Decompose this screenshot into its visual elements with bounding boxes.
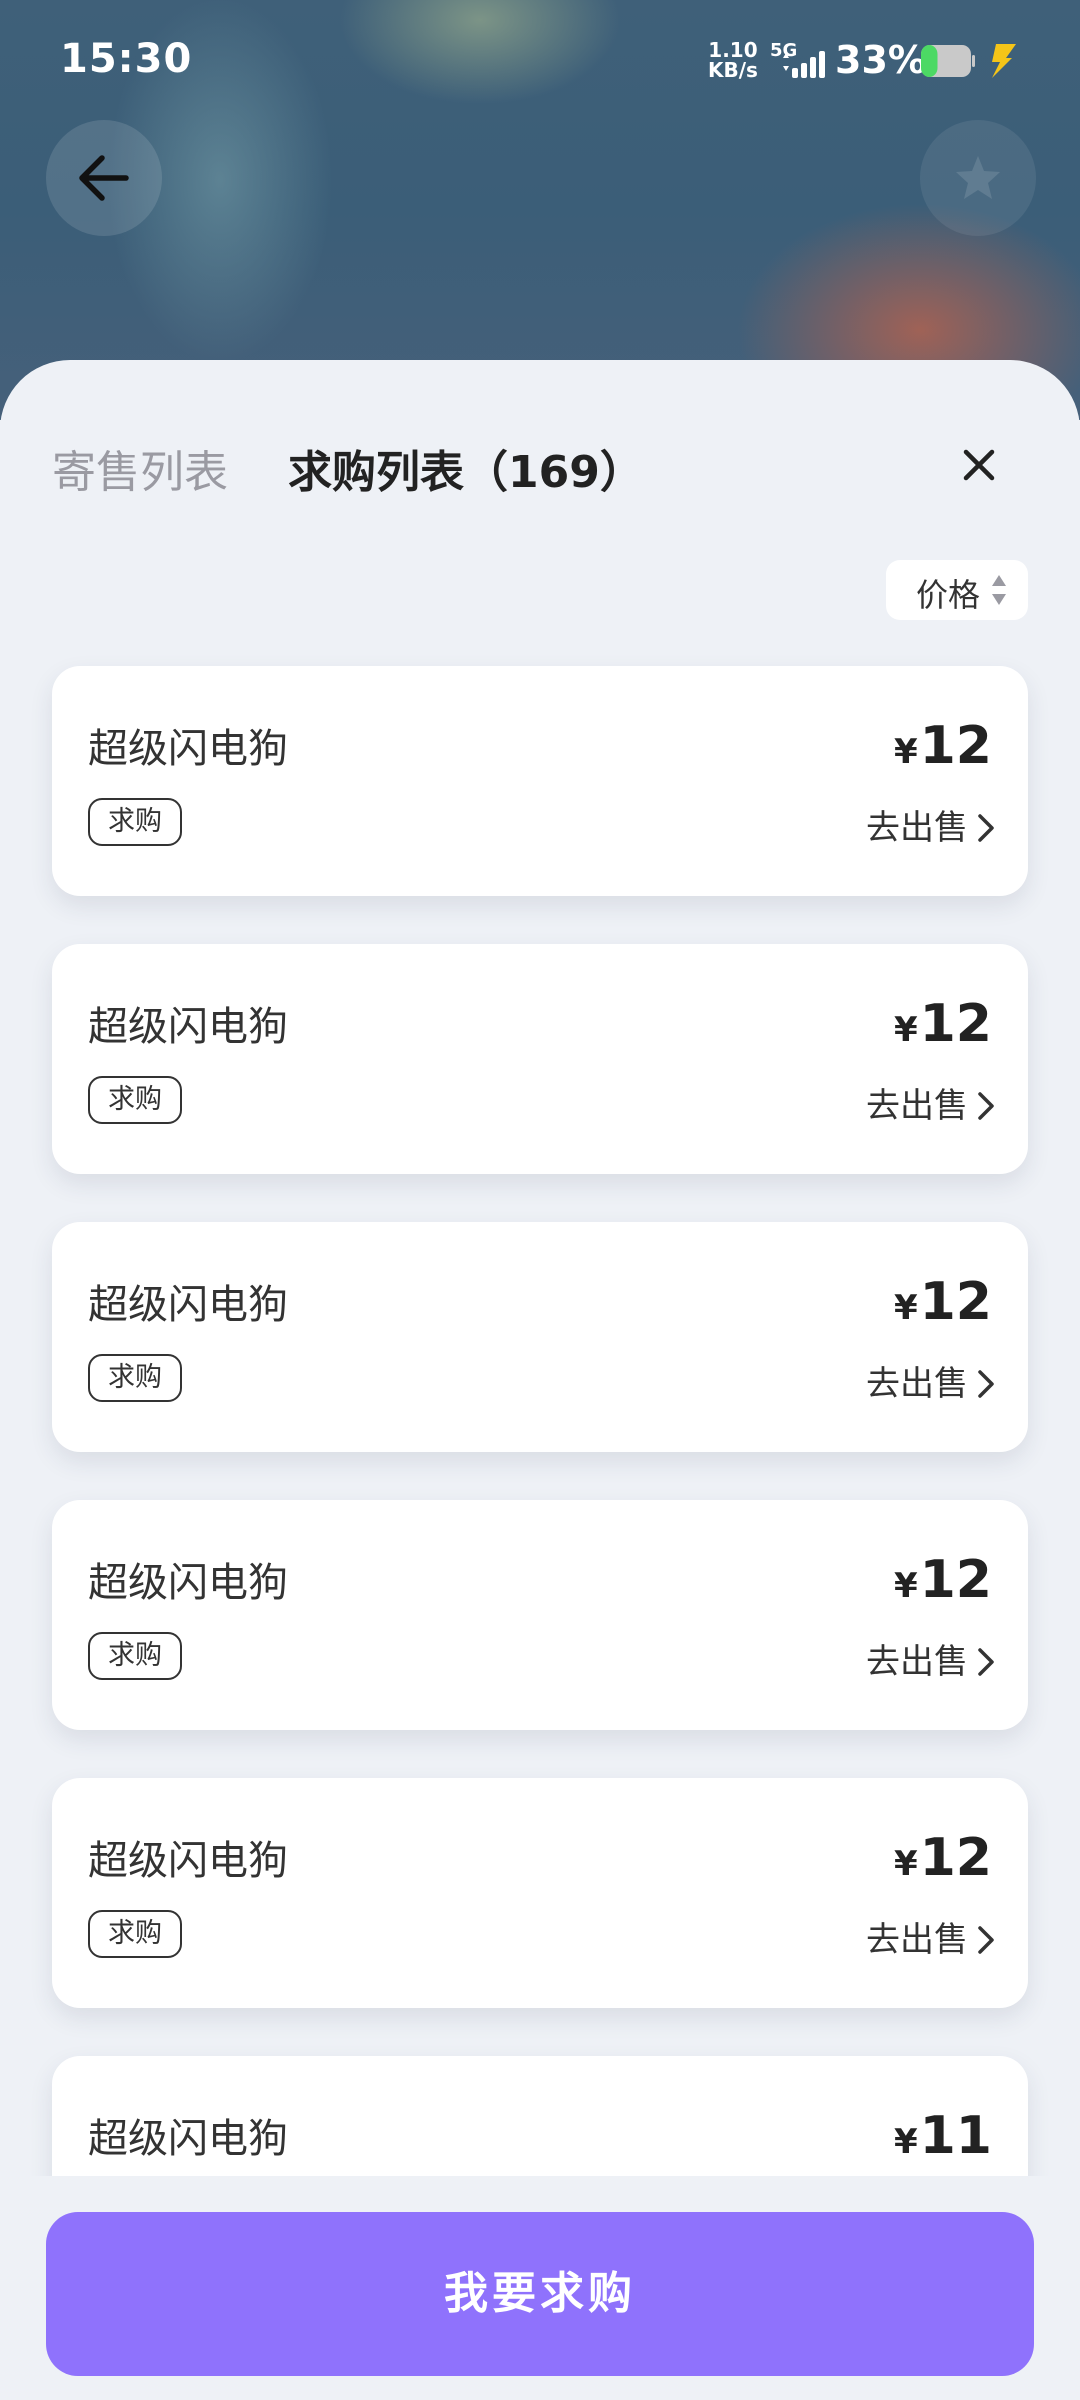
currency-symbol: ¥ (893, 1288, 918, 1328)
back-button[interactable] (46, 120, 162, 236)
sell-action-label: 去出售 (866, 1086, 968, 1126)
net-speed-unit: KB/s (708, 58, 758, 82)
battery-percent: 33% (835, 38, 926, 82)
sell-action[interactable]: 去出售 (866, 1078, 996, 1127)
item-name: 超级闪电狗 (88, 1282, 288, 1328)
item-name: 超级闪电狗 (88, 1838, 288, 1884)
list-item[interactable]: 超级闪电狗 求购 ¥12 去出售 (52, 1778, 1028, 2008)
currency-symbol: ¥ (893, 1566, 918, 1606)
close-icon[interactable] (954, 440, 1004, 490)
signal-icon (783, 51, 825, 78)
buy-request-tag: 求购 (88, 1076, 182, 1124)
item-name: 超级闪电狗 (88, 2116, 288, 2162)
back-arrow-icon (79, 155, 129, 201)
chevron-right-icon (978, 1092, 994, 1120)
chevron-right-icon (978, 1648, 994, 1676)
list-item[interactable]: 超级闪电狗 求购 ¥12 去出售 (52, 1222, 1028, 1452)
price-value: 12 (919, 1550, 992, 1610)
net-speed: 1.10 KB/s (708, 40, 758, 80)
item-name: 超级闪电狗 (88, 1004, 288, 1050)
price-value: 12 (919, 716, 992, 776)
currency-symbol: ¥ (893, 1844, 918, 1884)
price-value: 12 (919, 994, 992, 1054)
buy-request-tag: 求购 (88, 1354, 182, 1402)
item-price: ¥12 (894, 1828, 992, 1888)
buy-request-button[interactable]: 我要求购 (46, 2212, 1034, 2376)
sort-by-price-button[interactable]: 价格 (886, 560, 1028, 620)
tab-buy-request-list[interactable]: 求购列表（169） (288, 436, 644, 500)
sell-action-label: 去出售 (866, 1920, 968, 1960)
chevron-right-icon (978, 814, 994, 842)
item-price: ¥12 (894, 1272, 992, 1332)
currency-symbol: ¥ (893, 1010, 918, 1050)
sell-action-label: 去出售 (866, 1364, 968, 1404)
bottom-action-bar: 我要求购 (0, 2176, 1080, 2400)
buy-request-tag: 求购 (88, 1632, 182, 1680)
price-value: 12 (919, 1272, 992, 1332)
item-name: 超级闪电狗 (88, 726, 288, 772)
sell-action[interactable]: 去出售 (866, 800, 996, 849)
item-price: ¥12 (894, 1550, 992, 1610)
item-name: 超级闪电狗 (88, 1560, 288, 1606)
sort-arrows-icon (992, 575, 1006, 605)
listing-sheet: 寄售列表 求购列表（169） 价格 超级闪电狗 求购 ¥12 去出售 超级闪电狗… (0, 360, 1080, 2400)
item-price: ¥12 (894, 716, 992, 776)
item-price: ¥11 (894, 2106, 992, 2166)
chevron-right-icon (978, 1926, 994, 1954)
star-icon (956, 156, 1000, 199)
sell-action-label: 去出售 (866, 1642, 968, 1682)
list-item[interactable]: 超级闪电狗 求购 ¥12 去出售 (52, 666, 1028, 896)
charging-icon (992, 44, 1016, 78)
price-value: 11 (919, 2106, 992, 2166)
battery-icon (921, 45, 975, 77)
chevron-right-icon (978, 1370, 994, 1398)
price-value: 12 (919, 1828, 992, 1888)
sell-action[interactable]: 去出售 (866, 1356, 996, 1405)
status-time: 15:30 (60, 36, 193, 82)
favorite-button[interactable] (920, 120, 1036, 236)
sell-action[interactable]: 去出售 (866, 1912, 996, 1961)
item-price: ¥12 (894, 994, 992, 1054)
net-speed-value: 1.10 (708, 38, 758, 62)
buy-request-tag: 求购 (88, 798, 182, 846)
sort-label: 价格 (916, 576, 981, 614)
list-item[interactable]: 超级闪电狗 求购 ¥12 去出售 (52, 1500, 1028, 1730)
sell-action[interactable]: 去出售 (866, 1634, 996, 1683)
buy-request-tag: 求购 (88, 1910, 182, 1958)
status-bar: 15:30 1.10 KB/s 5G 33% (0, 0, 1080, 120)
currency-symbol: ¥ (893, 2122, 918, 2162)
tab-consign-list[interactable]: 寄售列表 (52, 436, 228, 500)
sell-action-label: 去出售 (866, 808, 968, 848)
list-item[interactable]: 超级闪电狗 求购 ¥12 去出售 (52, 944, 1028, 1174)
currency-symbol: ¥ (893, 732, 918, 772)
